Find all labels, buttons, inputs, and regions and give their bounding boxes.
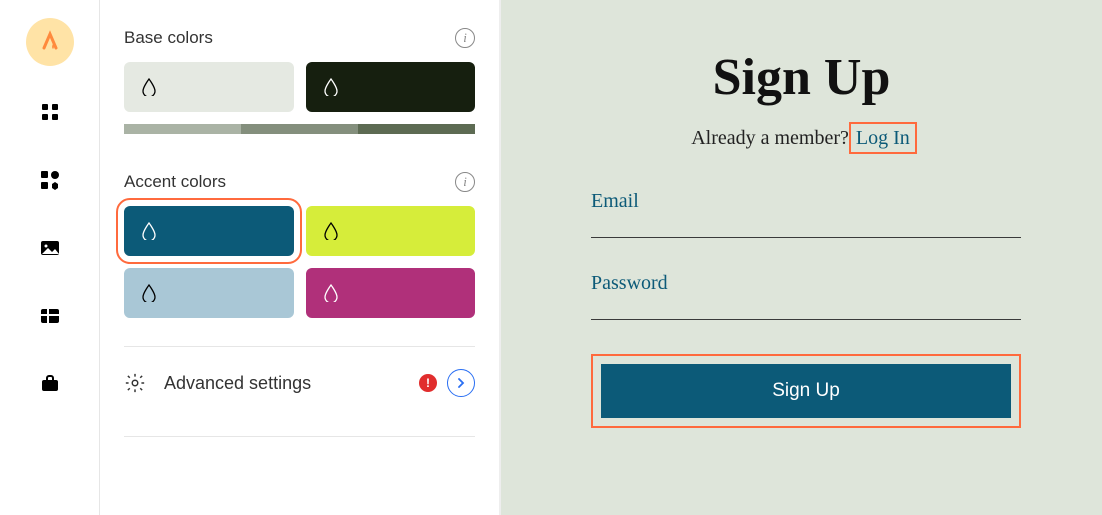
password-label: Password — [591, 272, 1021, 295]
accent-swatch-row-2 — [124, 268, 475, 318]
member-line: Already a member? Log In — [691, 127, 912, 150]
accent-colors-label: Accent colors — [124, 172, 226, 192]
accent-swatch-4[interactable] — [306, 268, 476, 318]
login-link[interactable]: Log In — [854, 127, 912, 149]
signup-button-highlight: Sign Up — [591, 354, 1021, 428]
email-field[interactable] — [591, 237, 1021, 238]
settings-panel: Base colors i Accent colors i — [100, 0, 500, 515]
accent-swatch-3[interactable] — [124, 268, 294, 318]
signup-button[interactable]: Sign Up — [601, 364, 1011, 418]
apps-grid-icon[interactable] — [34, 96, 66, 128]
advanced-settings-row[interactable]: Advanced settings ! — [124, 347, 475, 420]
drop-icon — [324, 78, 338, 96]
email-label: Email — [591, 190, 1021, 213]
left-rail — [0, 0, 100, 515]
accent-swatch-2[interactable] — [306, 206, 476, 256]
accent-swatch-1[interactable] — [124, 206, 294, 256]
image-icon[interactable] — [34, 232, 66, 264]
briefcase-icon[interactable] — [34, 368, 66, 400]
drop-icon — [142, 222, 156, 240]
alert-icon: ! — [419, 374, 437, 392]
logo-icon[interactable] — [26, 18, 74, 66]
info-icon[interactable]: i — [455, 172, 475, 192]
base-colors-label: Base colors — [124, 28, 213, 48]
preview-pane: Sign Up Already a member? Log In Email P… — [500, 0, 1102, 515]
gear-icon — [124, 372, 146, 394]
accent-swatch-row-1 — [124, 206, 475, 256]
gradient-bar — [124, 124, 475, 134]
base-swatch-row — [124, 62, 475, 112]
form-block: Email Password Sign Up — [591, 190, 1021, 428]
integrations-icon[interactable] — [34, 164, 66, 196]
base-colors-header: Base colors i — [124, 28, 475, 48]
page-title: Sign Up — [713, 48, 891, 107]
drop-icon — [324, 222, 338, 240]
member-prefix: Already a member? — [691, 127, 849, 149]
drop-icon — [142, 78, 156, 96]
accent-colors-header: Accent colors i — [124, 172, 475, 192]
base-swatch-1[interactable] — [124, 62, 294, 112]
chevron-right-icon[interactable] — [447, 369, 475, 397]
password-field[interactable] — [591, 319, 1021, 320]
drop-icon — [142, 284, 156, 302]
signup-form-preview: Sign Up Already a member? Log In Email P… — [500, 0, 1102, 515]
advanced-settings-label: Advanced settings — [164, 373, 419, 394]
drop-icon — [324, 284, 338, 302]
info-icon[interactable]: i — [455, 28, 475, 48]
base-swatch-2[interactable] — [306, 62, 476, 112]
divider — [124, 436, 475, 437]
table-icon[interactable] — [34, 300, 66, 332]
